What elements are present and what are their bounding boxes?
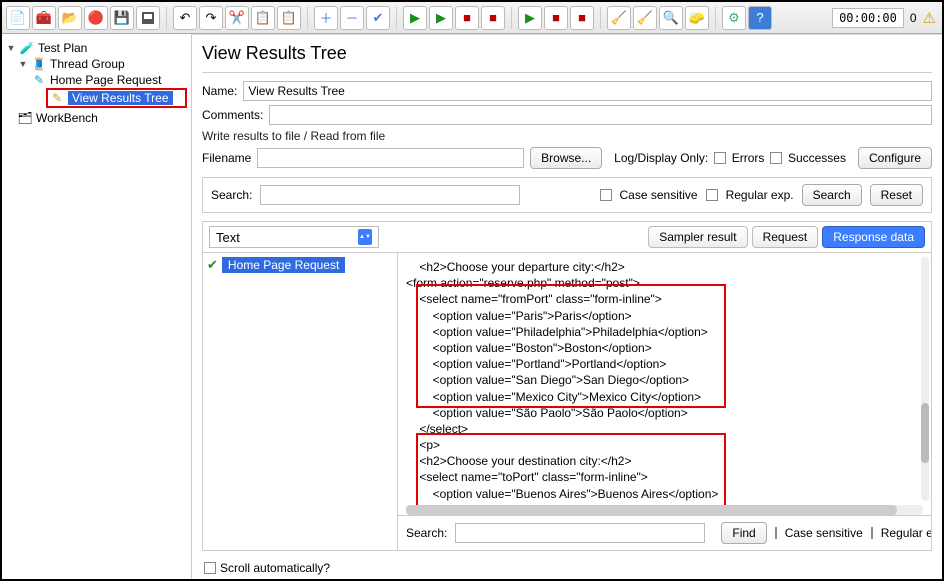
remote-stop-icon[interactable]: ■ (544, 6, 568, 30)
tab-request[interactable]: Request (752, 226, 819, 248)
response-line: <form action="reserve.php" method="post"… (406, 275, 923, 291)
start-icon[interactable]: ▶ (403, 6, 427, 30)
tab-response-data[interactable]: Response data (822, 226, 925, 248)
reset-button[interactable]: Reset (870, 184, 923, 206)
response-line: <select name="toPort" class="form-inline… (406, 469, 923, 485)
comments-input[interactable] (269, 105, 932, 125)
response-search-input[interactable] (455, 523, 705, 543)
test-plan-tree: ▼🧪Test Plan ▼🧵Thread Group ✎Home Page Re… (2, 34, 192, 579)
tree-item-view-results-highlight: ✎View Results Tree (46, 88, 187, 108)
response-line: <option value="São Paolo">São Paolo</opt… (406, 405, 923, 421)
resp-case-checkbox[interactable] (775, 527, 777, 539)
timer-display: 00:00:00 (832, 8, 904, 28)
results-container: Text ▲▼ Sampler result Request Response … (202, 221, 932, 551)
logdisplay-label: Log/Display Only: (614, 151, 708, 165)
open-icon[interactable]: 📂 (58, 6, 82, 30)
collapse-icon[interactable]: － (340, 6, 364, 30)
reset-search-icon[interactable]: 🧽 (685, 6, 709, 30)
response-line: <option value="Paris">Paris</option> (406, 308, 923, 324)
start-no-timers-icon[interactable]: ▶ (429, 6, 453, 30)
toggle-icon[interactable]: ✔ (366, 6, 390, 30)
response-line: <h2>Choose your departure city:</h2> (406, 259, 923, 275)
main-toolbar: 📄 🧰 📂 🔴 💾 ↶ ↷ ✂️ 📋 📋 ＋ － ✔ ▶ ▶ ■ ■ ▶ ■ ■… (2, 2, 942, 34)
resp-regex-checkbox[interactable] (871, 527, 873, 539)
expand-icon[interactable]: ＋ (314, 6, 338, 30)
filename-input[interactable] (257, 148, 524, 168)
vertical-scrollbar[interactable] (921, 257, 929, 501)
chevron-down-icon: ▲▼ (358, 229, 372, 245)
response-line: <option value="Portland">Portland</optio… (406, 356, 923, 372)
undo-icon[interactable]: ↶ (173, 6, 197, 30)
samples-list: ✔ Home Page Request (203, 253, 398, 550)
response-line: <option value="Mexico City">Mexico City<… (406, 389, 923, 405)
response-line: <option value="Buenos Aires">Buenos Aire… (406, 486, 923, 502)
cut-icon[interactable]: ✂️ (225, 6, 249, 30)
response-line: <option value="San Diego">San Diego</opt… (406, 372, 923, 388)
templates-icon[interactable]: 🧰 (32, 6, 56, 30)
case-sensitive-checkbox[interactable] (600, 189, 612, 201)
scroll-auto-checkbox[interactable] (204, 562, 216, 574)
name-input[interactable] (243, 81, 932, 101)
redo-icon[interactable]: ↷ (199, 6, 223, 30)
stop-icon[interactable]: ■ (455, 6, 479, 30)
regex-checkbox[interactable] (706, 189, 718, 201)
response-line: <p> (406, 437, 923, 453)
response-search-bar: Search: Find Case sensitive Regular exp. (398, 515, 931, 550)
close-icon[interactable]: 🔴 (84, 6, 108, 30)
file-group-label: Write results to file / Read from file (202, 129, 932, 143)
response-line: <select name="fromPort" class="form-inli… (406, 291, 923, 307)
save-as-icon[interactable] (136, 6, 160, 30)
response-line: </select> (406, 421, 923, 437)
tree-item-test-plan[interactable]: ▼🧪Test Plan (6, 40, 187, 56)
find-button[interactable]: Find (721, 522, 766, 544)
remote-start-icon[interactable]: ▶ (518, 6, 542, 30)
tab-sampler-result[interactable]: Sampler result (648, 226, 747, 248)
panel-title: View Results Tree (202, 43, 932, 64)
shutdown-icon[interactable]: ■ (481, 6, 505, 30)
tree-item-thread-group[interactable]: ▼🧵Thread Group (18, 56, 187, 72)
new-icon[interactable]: 📄 (6, 6, 30, 30)
search-input[interactable] (260, 185, 520, 205)
warning-icon[interactable]: ⚠ (923, 9, 936, 27)
response-line: <h2>Choose your destination city:</h2> (406, 453, 923, 469)
right-pane: View Results Tree Name: Comments: Write … (192, 34, 942, 579)
renderer-combo[interactable]: Text ▲▼ (209, 226, 379, 248)
response-line: <option value="Boston">Boston</option> (406, 340, 923, 356)
browse-button[interactable]: Browse... (530, 147, 602, 169)
configure-button[interactable]: Configure (858, 147, 932, 169)
tree-item-view-results-tree[interactable]: ✎View Results Tree (50, 90, 183, 106)
remote-shutdown-icon[interactable]: ■ (570, 6, 594, 30)
search-button[interactable]: Search (802, 184, 862, 206)
active-threads: 0 (910, 11, 917, 25)
sample-home-page[interactable]: ✔ Home Page Request (207, 257, 393, 273)
save-icon[interactable]: 💾 (110, 6, 134, 30)
filename-label: Filename (202, 151, 251, 165)
errors-checkbox[interactable] (714, 152, 726, 164)
success-icon: ✔ (207, 257, 218, 273)
clear-all-icon[interactable]: 🧹 (633, 6, 657, 30)
function-helper-icon[interactable]: ⚙ (722, 6, 746, 30)
copy-icon[interactable]: 📋 (251, 6, 275, 30)
successes-checkbox[interactable] (770, 152, 782, 164)
paste-icon[interactable]: 📋 (277, 6, 301, 30)
tree-item-home-page-request[interactable]: ✎Home Page Request (32, 72, 187, 88)
clear-icon[interactable]: 🧹 (607, 6, 631, 30)
response-line: <option value="Philadelphia">Philadelphi… (406, 324, 923, 340)
search-tree-icon[interactable]: 🔍 (659, 6, 683, 30)
comments-label: Comments: (202, 108, 263, 122)
horizontal-scrollbar[interactable] (406, 505, 923, 515)
search-bar: Search: Case sensitive Regular exp. Sear… (202, 177, 932, 213)
name-label: Name: (202, 84, 237, 98)
tree-item-workbench[interactable]: 🗂WorkBench (18, 110, 187, 126)
response-body[interactable]: <h2>Choose your departure city:</h2><for… (398, 253, 931, 505)
help-icon[interactable]: ? (748, 6, 772, 30)
